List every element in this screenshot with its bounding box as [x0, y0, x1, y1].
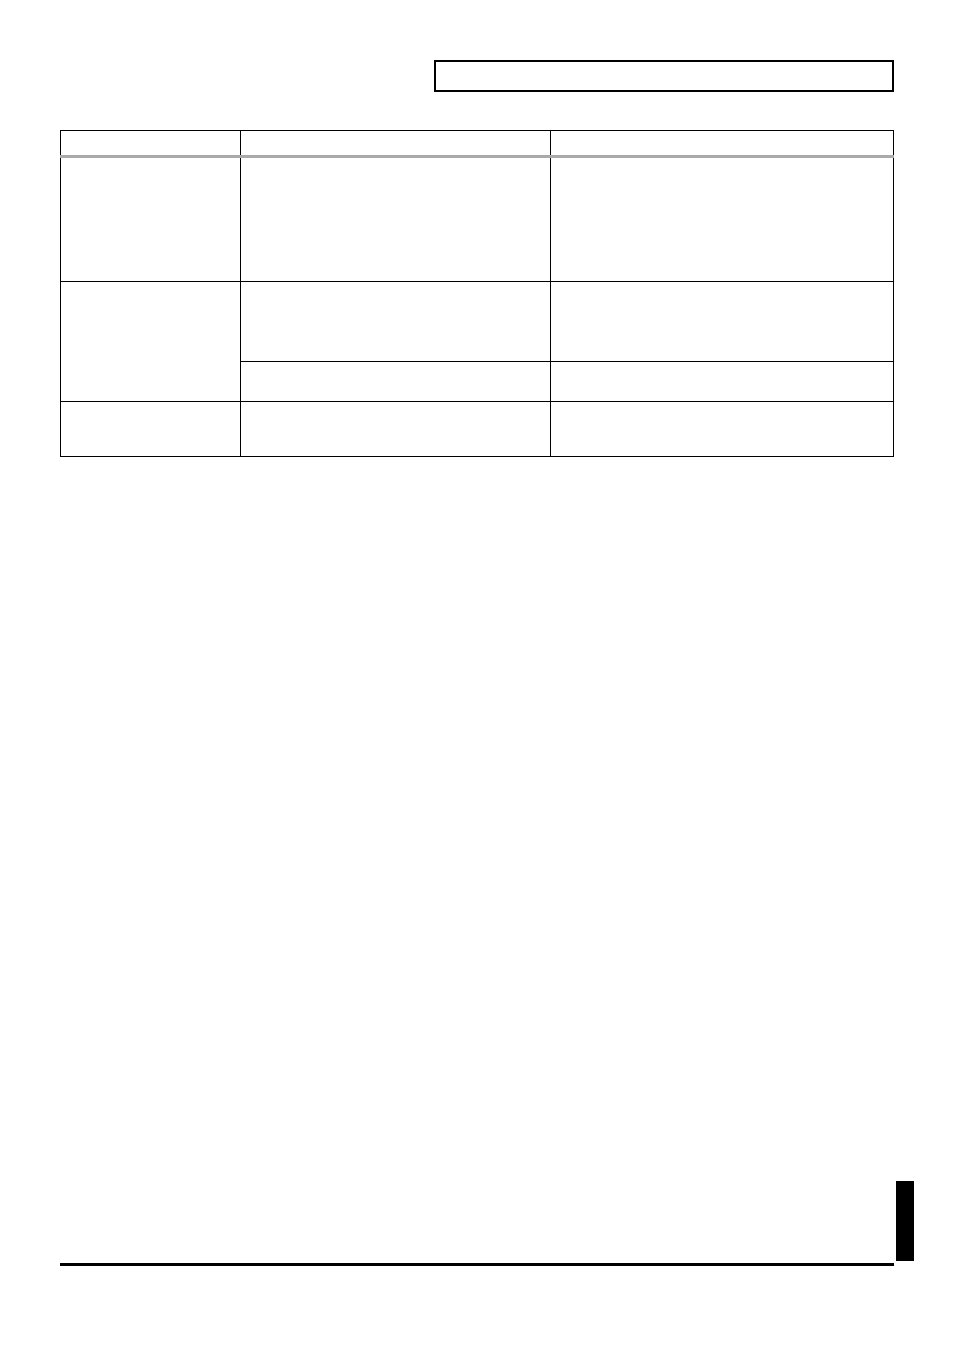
- table-row: [61, 282, 894, 362]
- table-cell: [61, 402, 241, 457]
- table-cell: [241, 362, 551, 402]
- table-cell: [551, 362, 894, 402]
- table-cell: [61, 157, 241, 282]
- section-tab: [896, 1181, 914, 1261]
- table-row: [61, 157, 894, 282]
- troubleshooting-table: [60, 130, 894, 457]
- table-header-3: [551, 131, 894, 157]
- table-cell: [61, 282, 241, 402]
- table-cell: [241, 402, 551, 457]
- table-cell: [241, 282, 551, 362]
- table-cell: [551, 402, 894, 457]
- table-cell: [551, 282, 894, 362]
- table-cell: [551, 157, 894, 282]
- table-header-1: [61, 131, 241, 157]
- header-title-box: [434, 60, 894, 92]
- table-header-2: [241, 131, 551, 157]
- table-row: [61, 402, 894, 457]
- footer-divider: [60, 1263, 894, 1266]
- table-cell: [241, 157, 551, 282]
- main-content: [60, 130, 894, 457]
